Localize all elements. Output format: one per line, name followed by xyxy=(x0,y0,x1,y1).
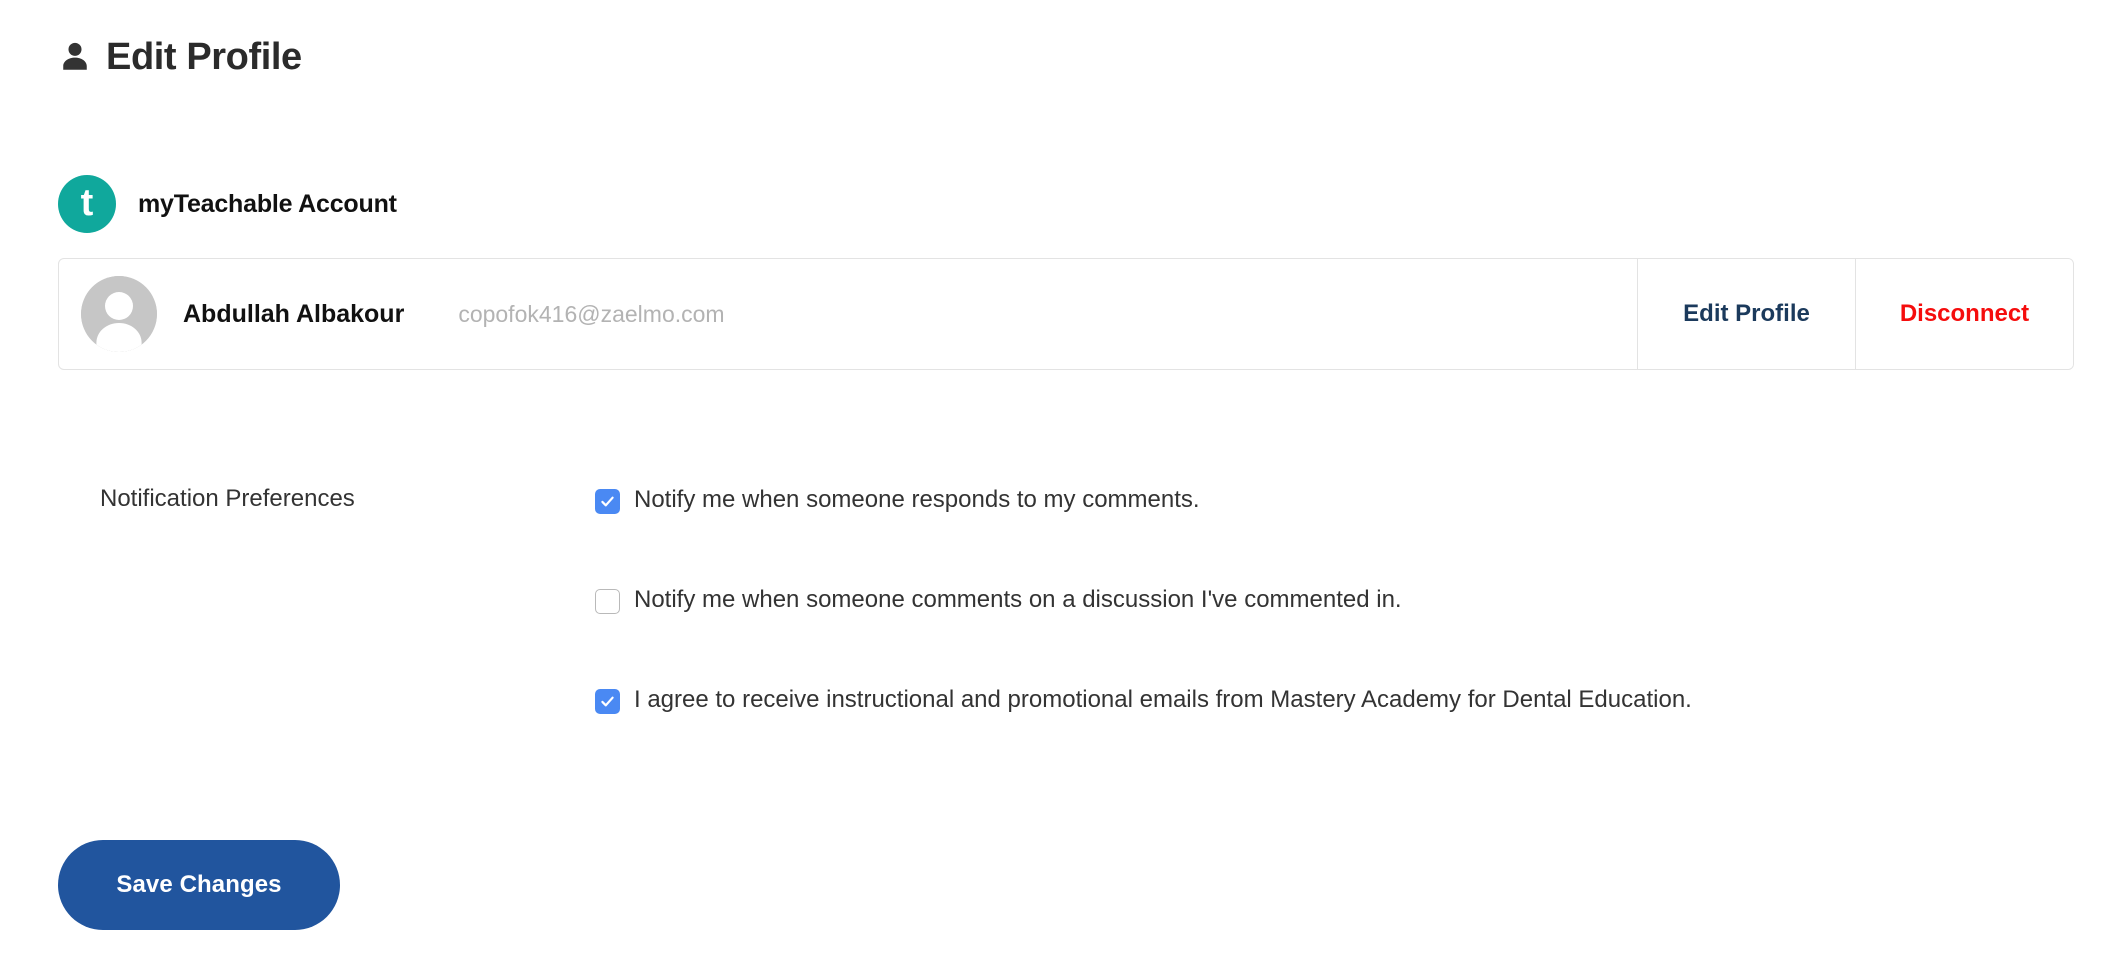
preference-row-discussion-comments[interactable]: Notify me when someone comments on a dis… xyxy=(595,585,1692,685)
check-icon xyxy=(601,696,614,707)
teachable-logo-icon: t xyxy=(58,175,116,233)
save-changes-button[interactable]: Save Changes xyxy=(58,840,340,930)
check-icon xyxy=(601,496,614,507)
page-title-text: Edit Profile xyxy=(106,36,302,78)
preference-label-respond-comments: Notify me when someone responds to my co… xyxy=(634,486,1200,513)
preference-label-marketing-emails: I agree to receive instructional and pro… xyxy=(634,686,1692,713)
edit-profile-button[interactable]: Edit Profile xyxy=(1637,259,1855,369)
notification-preferences-label: Notification Preferences xyxy=(100,485,355,512)
preference-row-respond-comments[interactable]: Notify me when someone responds to my co… xyxy=(595,485,1692,585)
preference-label-discussion-comments: Notify me when someone comments on a dis… xyxy=(634,586,1402,613)
avatar xyxy=(81,276,157,352)
account-user-email: copofok416@zaelmo.com xyxy=(458,300,725,327)
notification-preferences-list: Notify me when someone responds to my co… xyxy=(595,485,1692,785)
page-title: Edit Profile xyxy=(58,38,302,76)
account-heading: t myTeachable Account xyxy=(58,175,397,233)
account-heading-label: myTeachable Account xyxy=(138,189,397,218)
preference-row-marketing-emails[interactable]: I agree to receive instructional and pro… xyxy=(595,685,1692,785)
account-card: Abdullah Albakour copofok416@zaelmo.com … xyxy=(58,258,2074,370)
account-identity: Abdullah Albakour copofok416@zaelmo.com xyxy=(59,259,1637,369)
edit-profile-page: Edit Profile t myTeachable Account Abdul… xyxy=(0,0,2114,980)
checkbox-respond-comments[interactable] xyxy=(595,489,620,514)
account-user-name: Abdullah Albakour xyxy=(183,299,405,328)
user-icon xyxy=(58,40,92,74)
checkbox-discussion-comments[interactable] xyxy=(595,589,620,614)
disconnect-button[interactable]: Disconnect xyxy=(1855,259,2073,369)
checkbox-marketing-emails[interactable] xyxy=(595,689,620,714)
